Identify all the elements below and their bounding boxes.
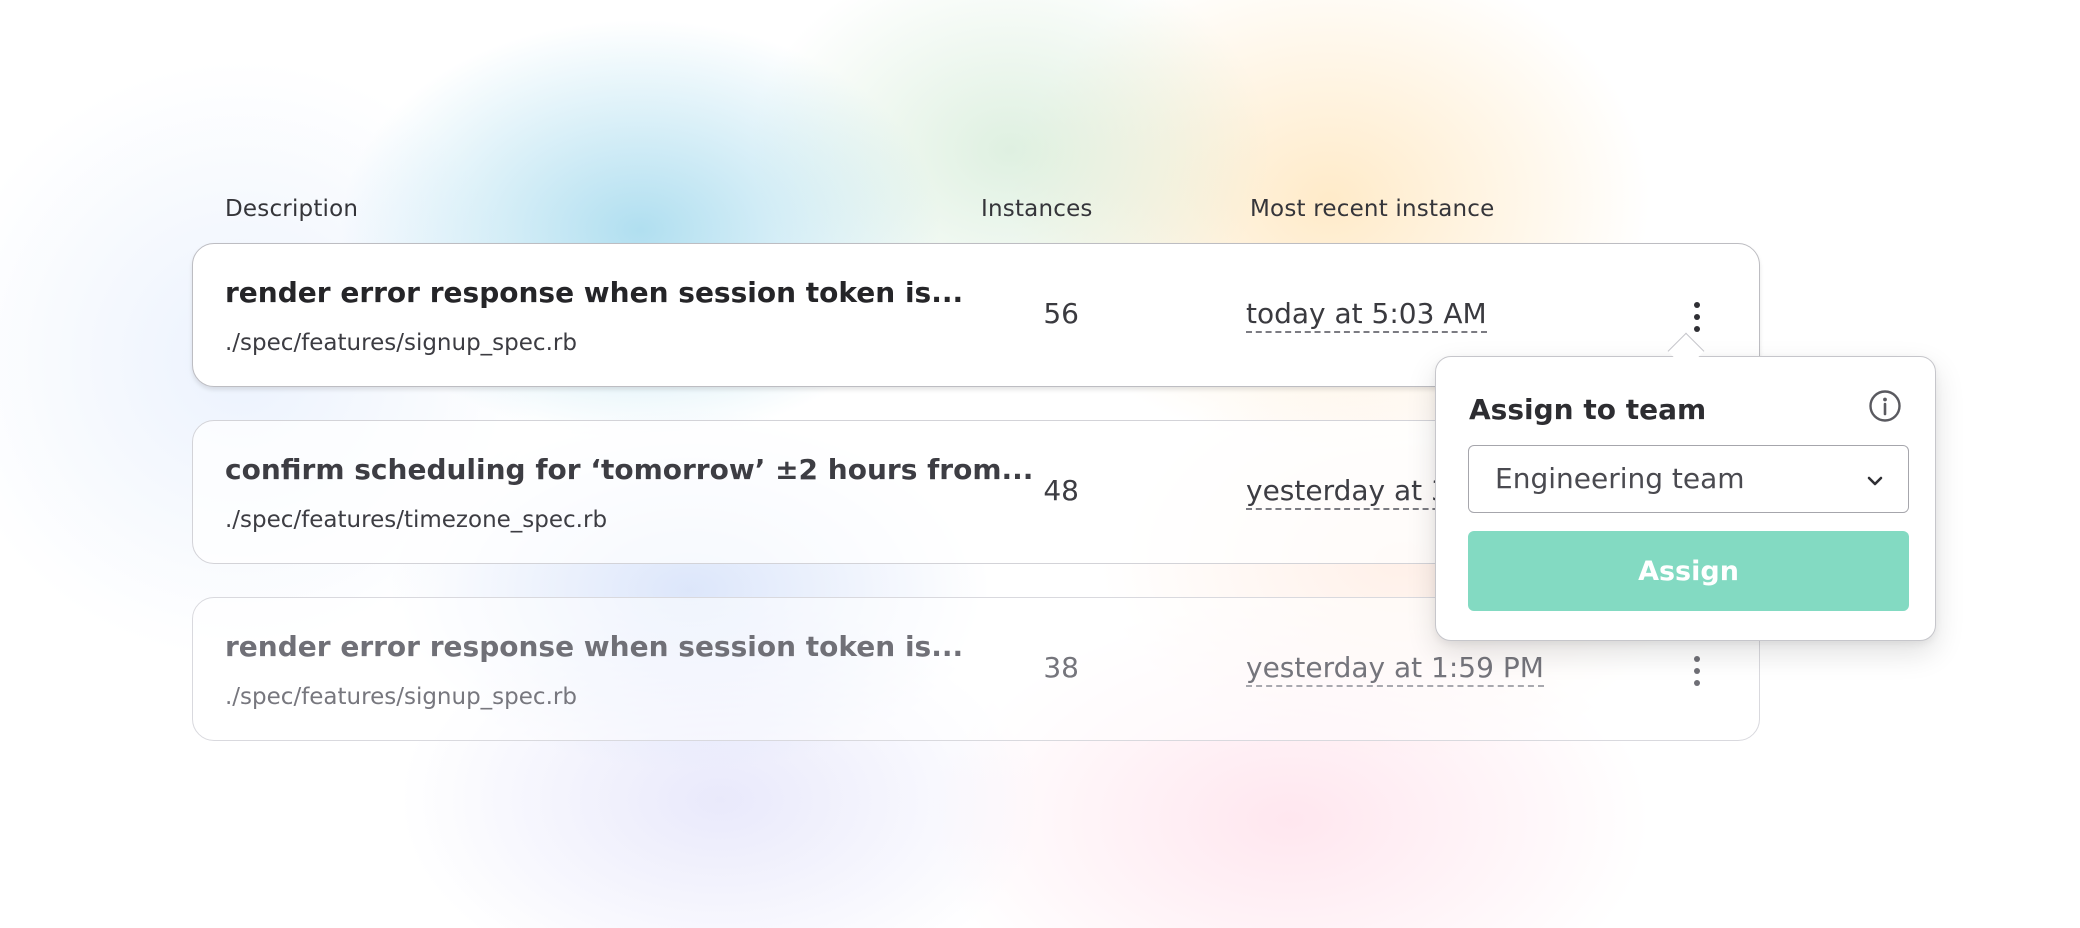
chevron-down-icon bbox=[1867, 476, 1883, 486]
row-file-path: ./spec/features/timezone_spec.rb bbox=[225, 507, 608, 533]
column-header-most-recent: Most recent instance bbox=[1250, 196, 1495, 222]
row-instances-count: 38 bbox=[1043, 651, 1079, 684]
row-file-path: ./spec/features/signup_spec.rb bbox=[225, 330, 577, 356]
row-more-actions-icon[interactable] bbox=[1679, 296, 1715, 338]
row-title: confirm scheduling for ‘tomorrow’ ±2 hou… bbox=[225, 453, 1034, 486]
row-more-actions-icon[interactable] bbox=[1679, 650, 1715, 692]
row-most-recent-time[interactable]: today at 5:03 AM bbox=[1246, 297, 1487, 333]
row-title: render error response when session token… bbox=[225, 276, 964, 309]
column-header-description: Description bbox=[225, 196, 359, 222]
popover-title: Assign to team bbox=[1469, 393, 1707, 426]
row-instances-count: 56 bbox=[1043, 297, 1079, 330]
assign-team-popover: Assign to team Engineering team Assign bbox=[1435, 356, 1936, 641]
row-most-recent-time[interactable]: yesterday at 1:59 PM bbox=[1246, 651, 1544, 687]
column-header-instances: Instances bbox=[981, 196, 1093, 222]
info-icon[interactable] bbox=[1868, 389, 1902, 423]
row-most-recent-time[interactable]: yesterday at 3: bbox=[1246, 474, 1459, 510]
assign-button[interactable]: Assign bbox=[1468, 531, 1909, 611]
team-select[interactable]: Engineering team bbox=[1468, 445, 1909, 513]
team-select-value: Engineering team bbox=[1495, 462, 1745, 495]
row-file-path: ./spec/features/signup_spec.rb bbox=[225, 684, 577, 710]
row-title: render error response when session token… bbox=[225, 630, 964, 663]
row-instances-count: 48 bbox=[1043, 474, 1079, 507]
